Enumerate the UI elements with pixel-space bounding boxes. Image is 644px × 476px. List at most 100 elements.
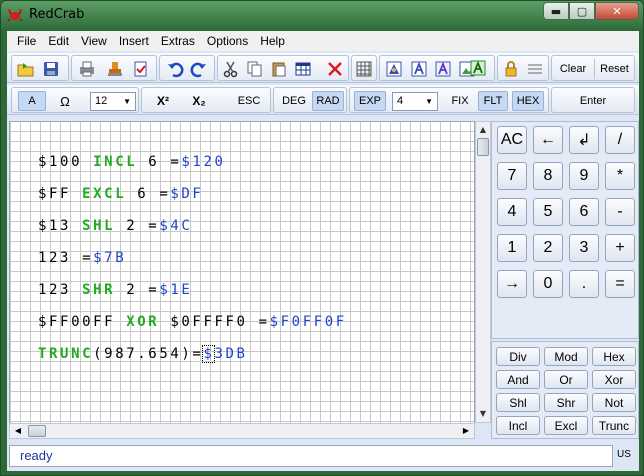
paste-button[interactable] <box>268 59 290 79</box>
worksheet-line[interactable]: $100 INCL 6 =$120 <box>38 154 226 170</box>
hex-function-button[interactable]: Hex <box>592 347 636 366</box>
scroll-right-icon[interactable]: ▶ <box>458 424 474 438</box>
digit-4-key[interactable]: 4 <box>497 198 527 226</box>
clear-button[interactable]: Clear <box>554 59 592 79</box>
equals-key[interactable]: = <box>605 270 635 298</box>
font-size-select[interactable]: 12 ▼ <box>90 92 136 111</box>
div-function-button[interactable]: Div <box>496 347 540 366</box>
worksheet-line[interactable]: $FF EXCL 6 =$DF <box>38 186 203 202</box>
vertical-scrollbar[interactable]: ▲ ▼ <box>475 121 491 423</box>
all-clear-key[interactable]: AC <box>497 126 527 154</box>
lines-button[interactable] <box>524 59 546 79</box>
fix-button[interactable]: FIX <box>446 91 474 111</box>
scroll-left-icon[interactable]: ◀ <box>10 424 26 438</box>
multiply-key[interactable]: * <box>605 162 635 190</box>
font-a-button[interactable]: A <box>18 91 46 111</box>
and-function-button[interactable]: And <box>496 370 540 389</box>
title-bar[interactable]: RedCrab ▬ ▢ ✕ <box>1 1 644 29</box>
menu-insert[interactable]: Insert <box>113 34 155 48</box>
trunc-function-button[interactable]: Trunc <box>592 416 636 435</box>
enter-button[interactable]: Enter <box>554 91 632 111</box>
exp-button[interactable]: EXP <box>354 91 386 111</box>
worksheet-line[interactable]: $FF00FF XOR $0FFFF0 =$F0FF0F <box>38 314 347 330</box>
divide-key[interactable]: / <box>605 126 635 154</box>
page-setup-button[interactable] <box>130 59 152 79</box>
copy-button[interactable] <box>244 59 266 79</box>
menu-extras[interactable]: Extras <box>155 34 201 48</box>
digit-9-key[interactable]: 9 <box>569 162 599 190</box>
shl-function-button[interactable]: Shl <box>496 393 540 412</box>
subscript-button[interactable]: X₂ <box>186 91 212 111</box>
table-button[interactable] <box>292 59 314 79</box>
precision-select[interactable]: 4 ▼ <box>392 92 438 111</box>
escape-button[interactable]: ESC <box>232 91 266 111</box>
hex-button[interactable]: HEX <box>512 91 544 111</box>
maximize-button[interactable]: ▢ <box>569 2 595 20</box>
superscript-button[interactable]: X² <box>150 91 176 111</box>
digit-1-key[interactable]: 1 <box>497 234 527 262</box>
menu-view[interactable]: View <box>75 34 113 48</box>
xor-function-button[interactable]: Xor <box>592 370 636 389</box>
scroll-thumb[interactable] <box>477 138 489 156</box>
text-a-button[interactable] <box>408 59 430 79</box>
open-button[interactable] <box>15 59 37 79</box>
print-button[interactable] <box>76 59 98 79</box>
lock-button[interactable] <box>500 59 522 79</box>
not-function-button[interactable]: Not <box>592 393 636 412</box>
decimal-key[interactable]: . <box>569 270 599 298</box>
text-frame-icon <box>411 61 427 77</box>
minus-key[interactable]: - <box>605 198 635 226</box>
expression-text: 6 = <box>137 154 182 170</box>
enter-key[interactable]: ↲ <box>569 126 599 154</box>
cut-button[interactable] <box>220 59 242 79</box>
reset-button[interactable]: Reset <box>594 59 634 79</box>
digit-7-key[interactable]: 7 <box>497 162 527 190</box>
incl-function-button[interactable]: Incl <box>496 416 540 435</box>
digit-8-key[interactable]: 8 <box>533 162 563 190</box>
scroll-up-icon[interactable]: ▲ <box>476 122 490 138</box>
plus-key[interactable]: + <box>605 234 635 262</box>
menu-file[interactable]: File <box>11 34 42 48</box>
menu-edit[interactable]: Edit <box>42 34 75 48</box>
worksheet-line[interactable]: 123 SHR 2 =$1E <box>38 282 192 298</box>
save-button[interactable] <box>40 59 62 79</box>
excl-function-button[interactable]: Excl <box>544 416 588 435</box>
graph-button[interactable] <box>383 59 405 79</box>
text-b-button[interactable] <box>432 59 454 79</box>
digit-5-key[interactable]: 5 <box>533 198 563 226</box>
worksheet-line[interactable]: 123 =$7B <box>38 250 126 266</box>
math-worksheet[interactable]: $100 INCL 6 =$120 $FF EXCL 6 =$DF $13 SHL … <box>9 121 475 439</box>
undo-button[interactable] <box>164 59 186 79</box>
format-toolbar: A Ω 12 ▼ X² X₂ ESC DEG RAD EXP 4 ▼ FIX F… <box>7 85 639 115</box>
menu-options[interactable]: Options <box>201 34 254 48</box>
or-function-button[interactable]: Or <box>544 370 588 389</box>
result-value: $ <box>202 345 216 363</box>
highlight-button[interactable] <box>467 58 489 78</box>
worksheet-line[interactable]: TRUNC(987.654)=$3DB <box>38 345 248 363</box>
shr-function-button[interactable]: Shr <box>544 393 588 412</box>
rad-button[interactable]: RAD <box>312 91 344 111</box>
mod-function-button[interactable]: Mod <box>544 347 588 366</box>
delete-button[interactable] <box>324 59 346 79</box>
digit-6-key[interactable]: 6 <box>569 198 599 226</box>
scroll-down-icon[interactable]: ▼ <box>476 406 490 422</box>
worksheet-line[interactable]: $13 SHL 2 =$4C <box>38 218 192 234</box>
minimize-button[interactable]: ▬ <box>543 2 569 20</box>
grid-button[interactable] <box>353 59 375 79</box>
redo-button[interactable] <box>188 59 210 79</box>
digit-3-key[interactable]: 3 <box>569 234 599 262</box>
flt-button[interactable]: FLT <box>478 91 508 111</box>
expression-text: (987.654)= <box>93 346 204 362</box>
horizontal-scrollbar[interactable]: ◀ ▶ <box>9 423 475 439</box>
digit-2-key[interactable]: 2 <box>533 234 563 262</box>
omega-symbol-button[interactable]: Ω <box>54 91 76 111</box>
backspace-key[interactable]: ← <box>533 126 563 154</box>
digit-0-key[interactable]: 0 <box>533 270 563 298</box>
scroll-thumb[interactable] <box>28 425 46 437</box>
close-button[interactable]: ✕ <box>595 2 639 20</box>
right-arrow-key[interactable]: → <box>497 270 527 298</box>
stamp-button[interactable] <box>104 59 126 79</box>
menu-help[interactable]: Help <box>254 34 291 48</box>
locale-indicator: US <box>617 449 631 460</box>
deg-button[interactable]: DEG <box>278 91 310 111</box>
